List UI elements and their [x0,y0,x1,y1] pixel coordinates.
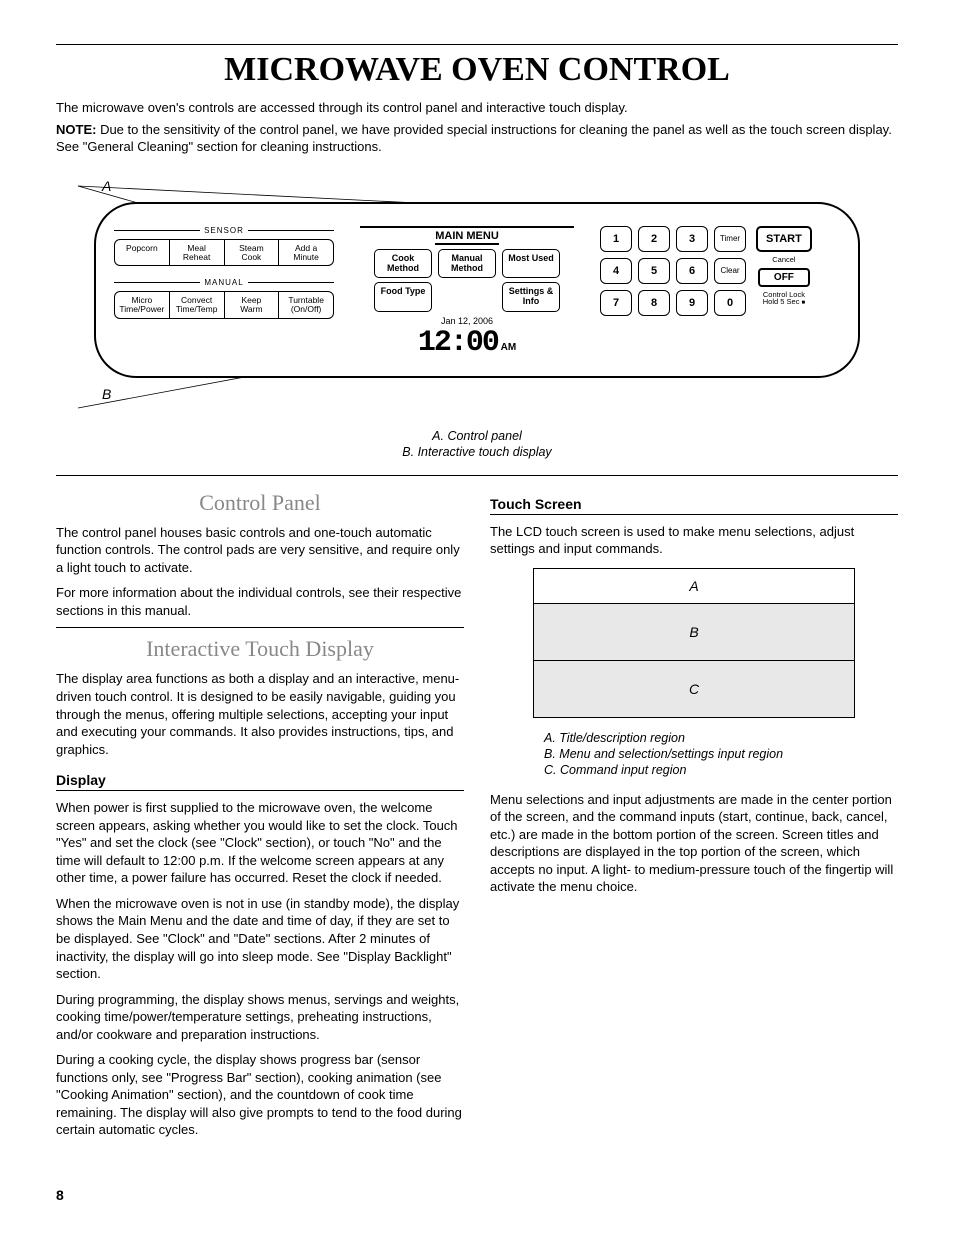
ts-cap-b: B. Menu and selection/settings input reg… [544,746,898,762]
key-7: 7 [600,290,632,316]
intro-p1: The microwave oven's controls are access… [56,99,898,117]
diagram-label-a: A [94,178,860,194]
display-clock: 12:00 [418,326,498,360]
manual-btn-convect: ConvectTime/Temp [170,292,225,318]
diagram-wrapper: A SENSOR Popcorn MealReheat SteamCook Ad… [56,178,898,403]
ts-region-b: B [534,604,854,661]
key-1: 1 [600,226,632,252]
caption-a: A. Control panel [56,428,898,444]
left-column: Control Panel The control panel houses b… [56,482,464,1147]
menu-cook-method: CookMethod [374,249,432,279]
cp-p1: The control panel houses basic controls … [56,524,464,577]
d-p3: During programming, the display shows me… [56,991,464,1044]
key-timer: Timer [714,226,746,252]
two-column-layout: Control Panel The control panel houses b… [56,482,898,1147]
ts-p2: Menu selections and input adjustments ar… [490,791,898,896]
heading-control-panel: Control Panel [56,490,464,516]
page-title: MICROWAVE OVEN CONTROL [56,51,898,89]
key-3: 3 [676,226,708,252]
section-rule [56,475,898,476]
key-2: 2 [638,226,670,252]
cp-rule [56,627,464,628]
cancel-label: Cancel [772,256,795,264]
menu-settings-info: Settings &Info [502,282,560,312]
key-5: 5 [638,258,670,284]
key-6: 6 [676,258,708,284]
sensor-btn-meal-reheat: MealReheat [170,240,225,266]
menu-food-type: Food Type [374,282,432,312]
display-rule [56,790,464,791]
manual-btn-keep-warm: KeepWarm [225,292,280,318]
key-8: 8 [638,290,670,316]
side-column: START Cancel OFF Control LockHold 5 Sec [756,226,812,316]
manual-btn-micro: MicroTime/Power [115,292,170,318]
ts-region-a: A [534,569,854,604]
key-9: 9 [676,290,708,316]
subhead-display: Display [56,772,464,788]
caption-b: B. Interactive touch display [56,444,898,460]
center-display-block: MAIN MENU CookMethod ManualMethod Most U… [352,226,582,361]
d-p2: When the microwave oven is not in use (i… [56,895,464,983]
diagram-caption: A. Control panel B. Interactive touch di… [56,428,898,461]
sensor-group: SENSOR Popcorn MealReheat SteamCook Add … [114,226,334,267]
manual-btn-turntable: Turntable(On/Off) [279,292,333,318]
right-column: Touch Screen The LCD touch screen is use… [490,482,898,1147]
ts-cap-c: C. Command input region [544,762,898,778]
subhead-touch-screen: Touch Screen [490,496,898,512]
cp-p2: For more information about the individua… [56,584,464,619]
control-panel-diagram: SENSOR Popcorn MealReheat SteamCook Add … [94,202,860,379]
ts-rule [490,514,898,515]
manual-legend: MANUAL [200,278,247,287]
d-p1: When power is first supplied to the micr… [56,799,464,887]
menu-most-used: Most Used [502,249,560,279]
ts-region-c: C [534,661,854,717]
sensor-btn-popcorn: Popcorn [115,240,170,266]
sensor-btn-add-minute: Add aMinute [279,240,333,266]
main-menu-label: MAIN MENU [435,230,499,245]
heading-itd: Interactive Touch Display [56,636,464,662]
ts-cap-a: A. Title/description region [544,730,898,746]
key-4: 4 [600,258,632,284]
intro-p2-text: Due to the sensitivity of the control pa… [56,122,892,155]
intro-block: The microwave oven's controls are access… [56,99,898,156]
ts-caption: A. Title/description region B. Menu and … [544,730,898,779]
d-p4: During a cooking cycle, the display show… [56,1051,464,1139]
control-lock-label: Control LockHold 5 Sec [763,291,805,307]
menu-spacer [438,282,496,312]
menu-manual-method: ManualMethod [438,249,496,279]
itd-p1: The display area functions as both a dis… [56,670,464,758]
left-button-block: SENSOR Popcorn MealReheat SteamCook Add … [114,226,334,332]
key-0: 0 [714,290,746,316]
display-ampm: AM [501,342,517,353]
intro-p2: NOTE: Due to the sensitivity of the cont… [56,121,898,156]
off-button: OFF [758,268,810,287]
manual-group: MANUAL MicroTime/Power ConvectTime/Temp … [114,278,334,319]
keypad-block: 1 2 3 Timer 4 5 6 Clear 7 8 9 0 ST [600,226,840,316]
sensor-legend: SENSOR [200,226,248,235]
key-clear: Clear [714,258,746,284]
ts-p1: The LCD touch screen is used to make men… [490,523,898,558]
keypad-grid: 1 2 3 Timer 4 5 6 Clear 7 8 9 0 [600,226,746,316]
start-button: START [756,226,812,252]
display-date: Jan 12, 2006 [352,316,582,326]
touch-screen-diagram: A B C [533,568,855,718]
top-rule [56,44,898,45]
note-label: NOTE: [56,122,96,137]
page-number: 8 [56,1187,898,1203]
sensor-btn-steam-cook: SteamCook [225,240,280,266]
diagram-label-b: B [94,386,860,402]
